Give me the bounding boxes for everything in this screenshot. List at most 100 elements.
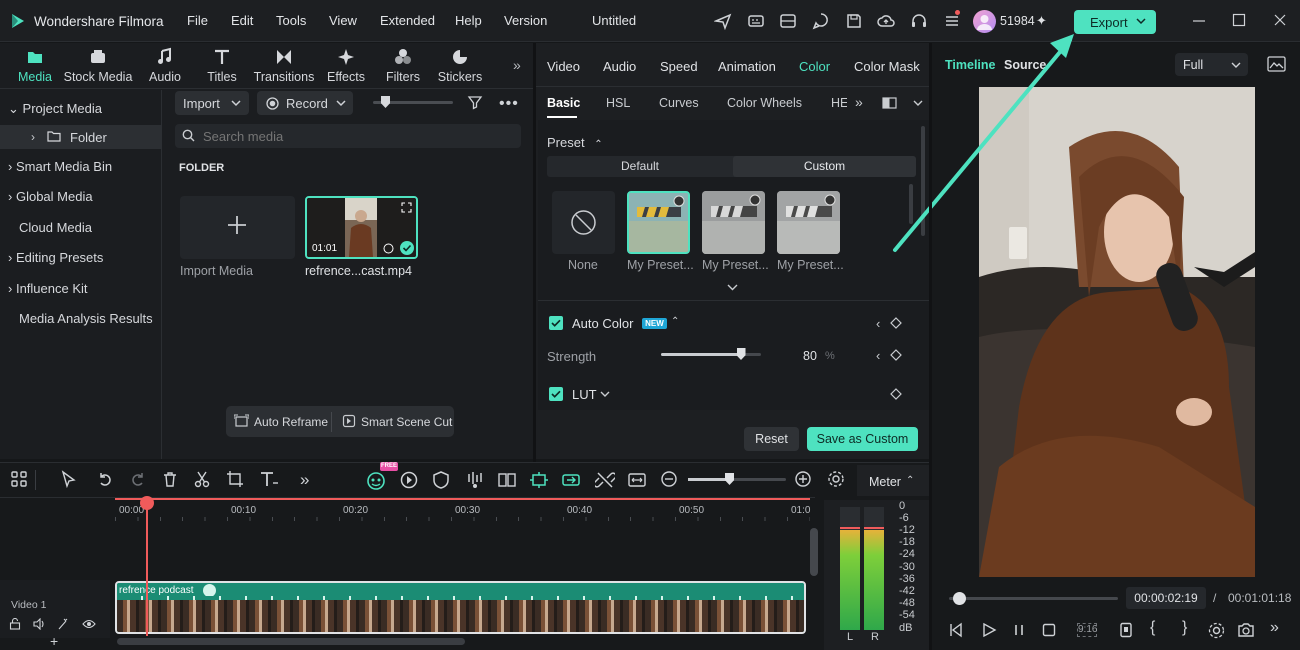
panel-splitter[interactable]	[533, 43, 536, 462]
subtab-hdr[interactable]: HE	[831, 96, 847, 110]
preview-quality-dropdown[interactable]: Full	[1175, 53, 1248, 76]
tips-icon[interactable]	[812, 12, 830, 30]
layout-icon[interactable]	[779, 12, 797, 30]
playhead-handle[interactable]	[140, 496, 154, 510]
menu-extended[interactable]: Extended	[380, 13, 435, 28]
audio-beat-icon[interactable]	[465, 470, 485, 490]
auto-highlight-icon[interactable]	[561, 470, 581, 490]
redo-icon[interactable]	[129, 470, 149, 490]
keyframe-diamond-icon[interactable]	[890, 349, 902, 361]
more-options-icon[interactable]: •••	[499, 95, 519, 113]
filter-funnel-icon[interactable]	[467, 94, 483, 110]
snapshot-image-icon[interactable]	[1267, 56, 1286, 72]
headset-icon[interactable]	[910, 12, 928, 30]
strength-value[interactable]: 80	[803, 349, 817, 363]
video-preview-frame[interactable]	[979, 87, 1255, 577]
media-clip-thumbnail[interactable]: 01:01	[305, 196, 418, 259]
work-area-bar[interactable]	[115, 498, 810, 500]
close-icon[interactable]	[1273, 13, 1287, 27]
tab-color-mask[interactable]: Color Mask	[854, 59, 920, 74]
sidebar-item-influence-kit[interactable]: › Influence Kit	[0, 277, 162, 301]
maximize-icon[interactable]	[1232, 13, 1246, 27]
compare-icon[interactable]	[882, 97, 897, 109]
menu-help[interactable]: Help	[455, 13, 482, 28]
export-button[interactable]: Export	[1074, 10, 1156, 34]
keyframe-diamond-icon[interactable]	[890, 388, 902, 400]
sidebar-item-project-media[interactable]: ⌄ Project Media	[0, 97, 162, 121]
import-media-tile[interactable]	[180, 196, 295, 259]
record-dropdown[interactable]: Record	[257, 91, 353, 115]
subtab-basic[interactable]: Basic	[547, 96, 580, 110]
more-tabs-chevron-icon[interactable]: »	[513, 57, 521, 73]
fit-timeline-icon[interactable]	[627, 470, 647, 490]
keyframe-diamond-icon[interactable]	[890, 317, 902, 329]
scissors-split-icon[interactable]	[193, 470, 213, 490]
tab-stickers[interactable]: Stickers	[425, 47, 495, 84]
mark-in-icon[interactable]: {	[1150, 619, 1155, 637]
play-icon[interactable]	[981, 622, 997, 638]
timeline-settings-gear-icon[interactable]	[827, 470, 847, 490]
tab-titles[interactable]: Titles	[187, 47, 257, 84]
more-controls-icon[interactable]: »	[1270, 619, 1279, 637]
sidebar-item-editing-presets[interactable]: › Editing Presets	[0, 246, 162, 270]
current-time[interactable]: 00:00:02:19	[1126, 587, 1206, 609]
meter-header[interactable]: Meter ⌃	[857, 465, 930, 496]
more-tools-chevron-icon[interactable]: »	[300, 470, 320, 490]
panel-splitter[interactable]	[929, 43, 932, 650]
reset-button[interactable]: Reset	[744, 427, 799, 451]
pause-icon[interactable]	[1012, 622, 1026, 638]
add-track-plus-icon[interactable]: +	[50, 633, 58, 649]
preset-tile-2[interactable]	[702, 191, 765, 254]
render-settings-icon[interactable]	[1208, 622, 1225, 639]
snap-magnet-icon[interactable]	[529, 470, 549, 490]
zoom-in-icon[interactable]	[794, 470, 814, 490]
previous-frame-icon[interactable]	[948, 622, 964, 638]
minimize-icon[interactable]	[1192, 13, 1206, 27]
keyboard-icon[interactable]	[747, 12, 765, 30]
tab-transitions[interactable]: Transitions	[249, 47, 319, 84]
strength-slider-track[interactable]	[661, 348, 761, 360]
shield-mask-icon[interactable]	[432, 470, 452, 490]
search-input[interactable]	[203, 127, 503, 145]
preset-toggle-custom[interactable]: Custom	[733, 156, 916, 177]
send-icon[interactable]	[714, 12, 732, 30]
mark-out-icon[interactable]: }	[1182, 619, 1187, 637]
expand-presets-chevron-icon[interactable]	[727, 283, 738, 292]
sidebar-item-folder[interactable]: › Folder	[0, 125, 162, 149]
mark-clip-icon[interactable]	[1119, 622, 1133, 638]
select-cursor-icon[interactable]	[60, 470, 80, 490]
previous-keyframe-icon[interactable]: ‹	[876, 316, 880, 331]
tab-audio-props[interactable]: Audio	[603, 59, 636, 74]
tab-video[interactable]: Video	[547, 59, 580, 74]
chevron-down-icon[interactable]	[600, 389, 610, 399]
menu-version[interactable]: Version	[504, 13, 547, 28]
ai-track-icon[interactable]	[57, 618, 70, 630]
playback-progress-bar[interactable]	[949, 592, 1118, 605]
timeline-vertical-scrollbar[interactable]	[810, 528, 818, 576]
eye-visibility-icon[interactable]	[82, 618, 96, 630]
cloud-upload-icon[interactable]	[877, 12, 895, 30]
playhead[interactable]	[146, 498, 148, 636]
delete-trash-icon[interactable]	[161, 470, 181, 490]
thumbnail-size-slider[interactable]	[373, 96, 453, 108]
unlink-icon[interactable]	[595, 470, 615, 490]
more-subtabs-icon[interactable]: »	[855, 94, 863, 110]
menu-file[interactable]: File	[187, 13, 208, 28]
previous-keyframe-icon[interactable]: ‹	[876, 348, 880, 363]
sidebar-item-smart-media-bin[interactable]: › Smart Media Bin	[0, 155, 162, 179]
layout-grid-icon[interactable]	[10, 470, 30, 490]
undo-icon[interactable]	[96, 470, 116, 490]
subtab-curves[interactable]: Curves	[659, 96, 699, 110]
chevron-down-icon[interactable]	[913, 98, 923, 108]
preset-tile-3[interactable]	[777, 191, 840, 254]
avatar[interactable]	[973, 10, 996, 33]
ai-face-icon[interactable]	[366, 470, 386, 490]
preset-toggle-default[interactable]: Default	[547, 156, 733, 177]
properties-scrollbar[interactable]	[921, 126, 925, 236]
tab-animation[interactable]: Animation	[718, 59, 776, 74]
subtab-hsl[interactable]: HSL	[606, 96, 630, 110]
menu-view[interactable]: View	[329, 13, 357, 28]
video-clip[interactable]: refrence podcast	[115, 581, 806, 634]
sidebar-item-cloud-media[interactable]: Cloud Media	[0, 216, 162, 240]
aspect-ratio-button[interactable]: 9:16	[1077, 623, 1097, 637]
